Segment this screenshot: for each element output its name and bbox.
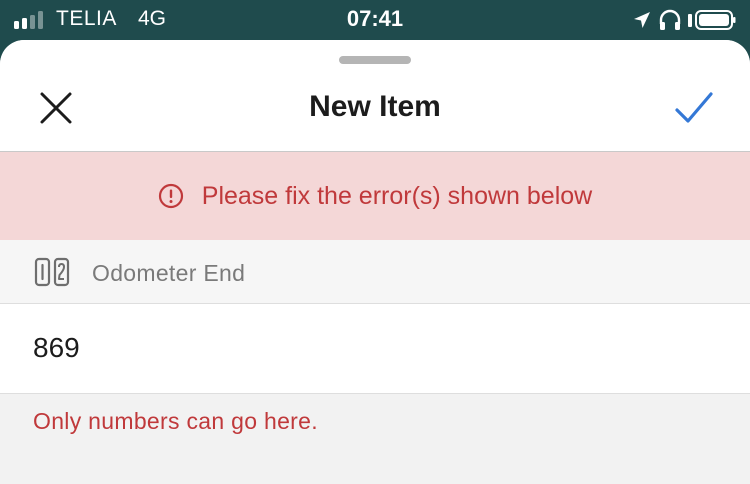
save-button[interactable]	[672, 88, 716, 128]
alert-circle-icon	[158, 183, 183, 209]
headphones-icon	[659, 9, 681, 30]
page-title: New Item	[309, 90, 441, 123]
checkmark-icon	[675, 92, 713, 123]
status-bar: TELIA 4G 07:41	[0, 0, 750, 40]
odometer-end-input[interactable]	[33, 328, 713, 368]
modal-header: New Item	[0, 40, 750, 152]
status-icons	[632, 8, 736, 32]
error-banner: Please fix the error(s) shown below	[0, 152, 750, 240]
drag-handle[interactable]	[339, 56, 411, 64]
field-label: Odometer End	[92, 260, 246, 286]
location-arrow-icon	[634, 12, 650, 28]
field-header: Odometer End	[0, 240, 750, 304]
modal-sheet: New Item Please fix the error(s) shown b…	[0, 40, 750, 484]
odometer-end-field[interactable]	[0, 304, 750, 394]
battery-icon	[688, 10, 736, 30]
field-error-message: Only numbers can go here.	[33, 408, 318, 434]
error-banner-text: Please fix the error(s) shown below	[201, 181, 593, 210]
odometer-icon	[34, 257, 70, 287]
